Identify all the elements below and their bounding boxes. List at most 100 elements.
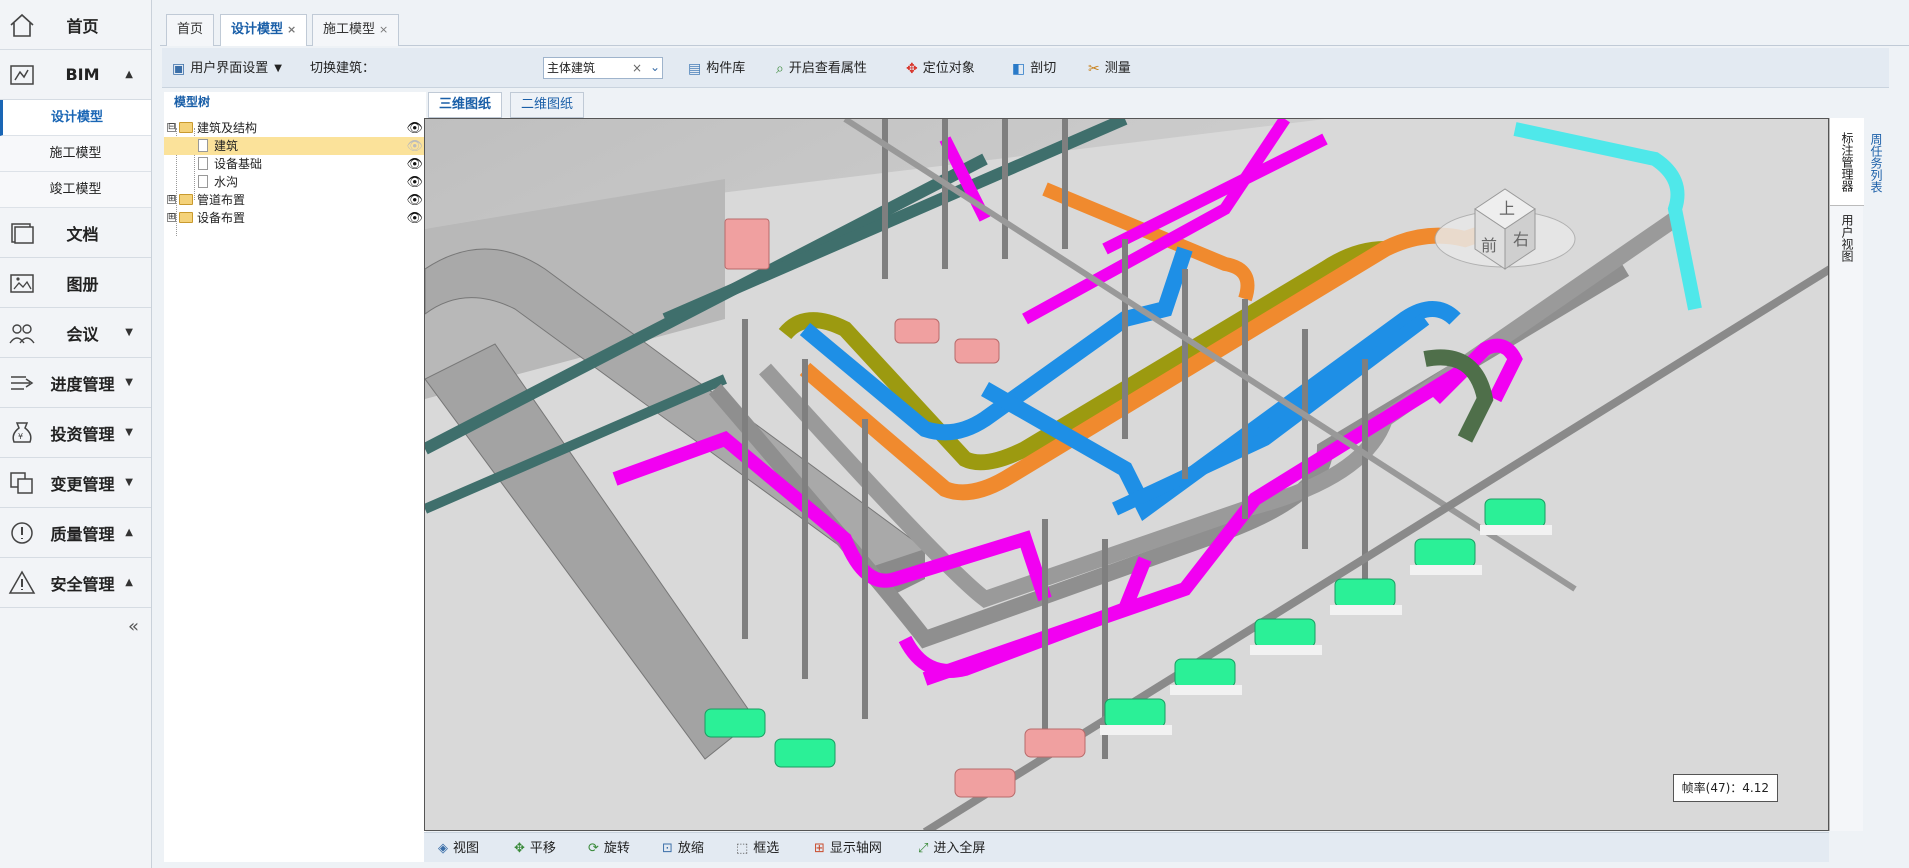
nav-design-model[interactable]: 设计模型 — [0, 100, 151, 136]
nav-safety[interactable]: 安全管理 ▲ — [0, 558, 151, 608]
tab-home-label: 首页 — [177, 22, 204, 37]
section-button[interactable]: ◧ 剖切 — [1012, 58, 1056, 80]
view-properties-label: 开启查看属性 — [788, 61, 867, 76]
layout-icon: ▣ — [172, 61, 186, 77]
tree-node-building-structure[interactable]: ⊟ 建筑及结构 👁 — [164, 119, 426, 137]
visibility-toggle-icon[interactable]: 👁 — [406, 156, 423, 174]
tab-design-model[interactable]: 设计模型 × — [220, 14, 308, 46]
tree-node-label: 建筑 — [214, 139, 239, 153]
model-tree: 模型树 ⊟ 建筑及结构 👁 建筑 👁 设备基础 👁 水沟 👁 ⊞ 管道布置 👁 … — [164, 92, 426, 862]
tab-user-views[interactable]: 用户视图 — [1830, 206, 1864, 270]
visibility-toggle-icon[interactable]: 👁 — [406, 120, 423, 138]
tab-construction-model-label: 施工模型 — [323, 22, 376, 37]
nav-meeting-label: 会议 — [66, 324, 99, 344]
nav-album[interactable]: 图册 — [0, 258, 151, 308]
expand-node-icon[interactable]: ⊞ — [167, 213, 176, 222]
progress-icon — [11, 376, 34, 390]
toolbar: ▣ 用户界面设置 ▼ 切换建筑： 主体建筑 × ⌄ ▤ 构件库 ⌕ 开启查看属性… — [162, 48, 1889, 88]
right-panel-tabs: 标注管理器 用户视图 — [1829, 118, 1864, 831]
nav-bim[interactable]: BIM ▲ — [0, 50, 151, 100]
show-grid-label: 显示轴网 — [829, 841, 882, 856]
tab-2d-drawing[interactable]: 二维图纸 — [510, 92, 585, 118]
tab-3d-drawing[interactable]: 三维图纸 — [428, 92, 503, 118]
nav-progress-label: 进度管理 — [50, 374, 115, 394]
building-select[interactable]: 主体建筑 × ⌄ — [543, 57, 663, 79]
nav-meeting[interactable]: 会议 ▼ — [0, 308, 151, 358]
measure-label: 测量 — [1104, 61, 1131, 76]
tab-construction-model[interactable]: 施工模型 × — [312, 14, 400, 46]
sidebar: 首页 BIM ▲ 设计模型 施工模型 竣工模型 文档 图册 会议 ▼ 进度管理 … — [0, 0, 152, 868]
svg-text:¥: ¥ — [18, 432, 23, 441]
visibility-toggle-icon[interactable]: 👁 — [406, 174, 423, 192]
nav-change[interactable]: 变更管理 ▼ — [0, 458, 151, 508]
visibility-toggle-icon[interactable]: 👁 — [406, 210, 423, 228]
close-icon[interactable]: × — [287, 23, 296, 36]
tab-home[interactable]: 首页 — [166, 14, 215, 46]
show-grid-button[interactable]: ⊞ 显示轴网 — [814, 839, 882, 859]
nav-album-label: 图册 — [66, 274, 99, 294]
nav-quality[interactable]: 质量管理 ▲ — [0, 508, 151, 558]
nav-investment[interactable]: ¥ 投资管理 ▼ — [0, 408, 151, 458]
fullscreen-icon: ⤢ — [918, 841, 929, 856]
expand-node-icon[interactable]: ⊞ — [167, 195, 176, 204]
locate-object-label: 定位对象 — [922, 61, 975, 76]
meeting-icon — [9, 324, 35, 344]
bim-model-render: 上 前 右 — [425, 119, 1828, 830]
tab-annotation-manager[interactable]: 标注管理器 — [1830, 118, 1864, 206]
zoom-icon: ⊡ — [662, 841, 673, 856]
view-properties-button[interactable]: ⌕ 开启查看属性 — [776, 58, 867, 80]
pan-button[interactable]: ✥ 平移 — [514, 839, 556, 859]
ui-settings-label: 用户界面设置 — [190, 61, 269, 76]
folder-icon — [179, 122, 193, 133]
chevron-down-icon[interactable]: ⌄ — [650, 57, 660, 77]
visibility-toggle-icon[interactable]: 👁 — [406, 192, 423, 210]
library-icon: ▤ — [688, 61, 702, 77]
visibility-toggle-icon[interactable]: 👁 — [406, 138, 423, 156]
magnifier-icon: ⌕ — [776, 61, 784, 77]
model-tree-title: 模型树 — [174, 95, 211, 109]
nav-documents[interactable]: 文档 — [0, 208, 151, 258]
chevron-up-icon: ▲ — [125, 69, 133, 80]
cube-right-label: 右 — [1513, 230, 1529, 249]
nav-construction-model[interactable]: 施工模型 — [0, 136, 151, 172]
tree-node-equipment-foundation[interactable]: 设备基础 👁 — [164, 155, 426, 173]
frame-rate-readout: 帧率(47)：4.12 — [1672, 774, 1778, 802]
clear-icon[interactable]: × — [632, 58, 642, 78]
collapse-node-icon[interactable]: ⊟ — [167, 123, 176, 132]
fullscreen-button[interactable]: ⤢ 进入全屏 — [918, 839, 985, 859]
locate-object-button[interactable]: ✥ 定位对象 — [906, 58, 975, 80]
nav-safety-label: 安全管理 — [50, 574, 115, 594]
rotate-button[interactable]: ⟳ 旋转 — [588, 839, 630, 859]
pan-label: 平移 — [529, 841, 556, 856]
crosshair-icon: ✥ — [906, 61, 918, 77]
measure-button[interactable]: ✂ 测量 — [1088, 58, 1131, 80]
collapse-sidebar-icon[interactable]: « — [128, 616, 139, 637]
tree-node-architecture[interactable]: 建筑 👁 — [164, 137, 426, 155]
nav-change-label: 变更管理 — [50, 474, 115, 494]
tree-node-label: 管道布置 — [197, 193, 246, 207]
chevron-down-icon: ▼ — [125, 477, 133, 488]
grid-icon: ⊞ — [814, 841, 825, 856]
caret-down-icon: ▼ — [274, 63, 282, 74]
box-select-button[interactable]: ⬚ 框选 — [736, 839, 779, 859]
close-icon[interactable]: × — [379, 23, 388, 36]
nav-home[interactable]: 首页 — [0, 0, 151, 50]
home-icon — [10, 13, 34, 37]
change-icon — [10, 472, 33, 494]
nav-completion-model[interactable]: 竣工模型 — [0, 172, 151, 208]
nav-progress[interactable]: 进度管理 ▼ — [0, 358, 151, 408]
document-node-icon — [198, 157, 208, 170]
zoom-button[interactable]: ⊡ 放缩 — [662, 839, 704, 859]
tree-node-pipe-layout[interactable]: ⊞ 管道布置 👁 — [164, 191, 426, 209]
nav-documents-label: 文档 — [66, 224, 99, 244]
view-button[interactable]: ◈ 视图 — [438, 839, 479, 859]
3d-viewport[interactable]: 上 前 右 帧率(47)：4.12 — [424, 118, 1829, 831]
ui-settings-button[interactable]: ▣ 用户界面设置 ▼ — [172, 58, 282, 80]
section-label: 剖切 — [1030, 61, 1057, 76]
tree-node-trench[interactable]: 水沟 👁 — [164, 173, 426, 191]
tree-node-equipment-layout[interactable]: ⊞ 设备布置 👁 — [164, 209, 426, 227]
document-node-icon — [198, 139, 208, 152]
tab-weekly-task-list[interactable]: 周任务列表 — [1863, 118, 1889, 208]
component-library-button[interactable]: ▤ 构件库 — [688, 58, 745, 80]
album-icon — [10, 274, 34, 293]
